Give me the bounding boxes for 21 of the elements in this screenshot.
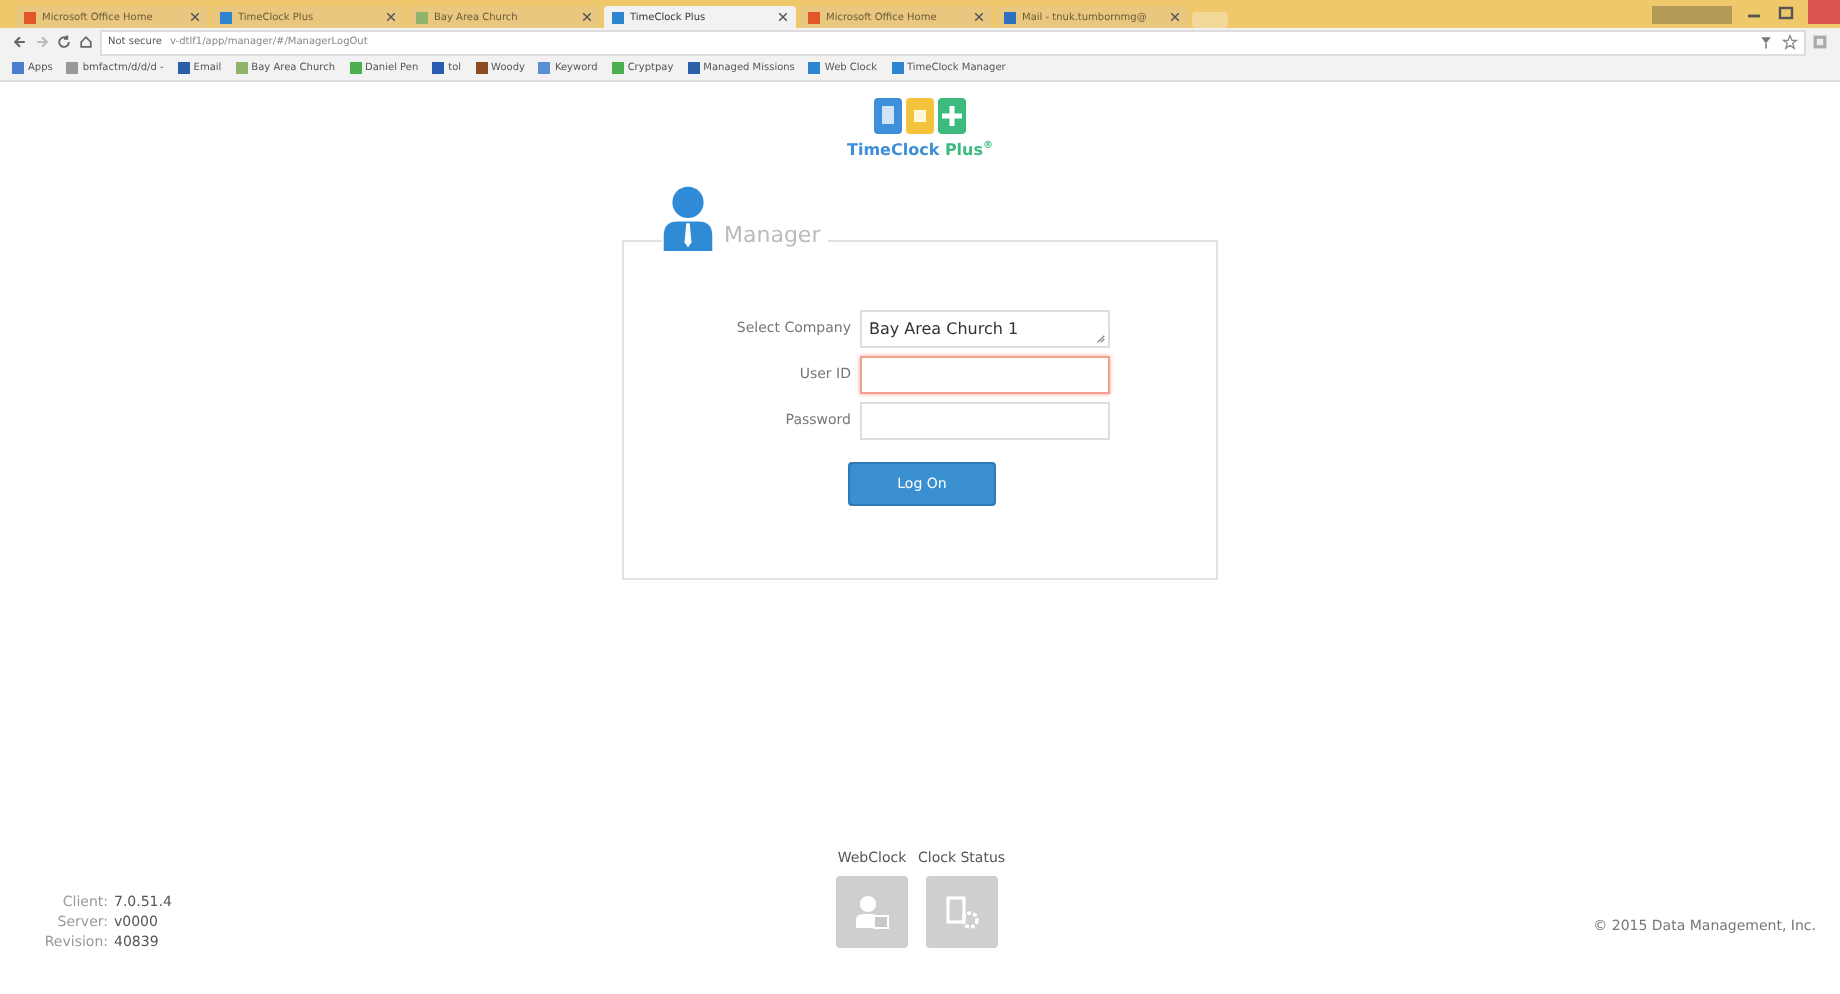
filter-icon[interactable]: [1758, 34, 1774, 50]
resize-grip-icon[interactable]: [1095, 333, 1105, 344]
password-field[interactable]: [859, 401, 1109, 440]
close-icon[interactable]: [778, 12, 788, 22]
close-icon[interactable]: [582, 12, 592, 22]
device-gear-icon: [941, 892, 982, 932]
logo-text: TimeClock Plus$^{®}$: [847, 140, 993, 160]
logo-icon: [874, 98, 966, 134]
close-icon[interactable]: [974, 12, 984, 22]
person-clock-icon: [852, 892, 892, 932]
company-field[interactable]: Bay Area Church 1: [859, 309, 1109, 348]
login-title: Manager: [724, 221, 821, 252]
home-icon[interactable]: [78, 34, 94, 50]
star-icon[interactable]: [1782, 34, 1798, 50]
reload-icon[interactable]: [56, 34, 72, 50]
restore-icon[interactable]: [1776, 4, 1796, 24]
close-icon[interactable]: [1170, 12, 1180, 22]
back-icon[interactable]: [12, 34, 28, 50]
close-icon[interactable]: [190, 12, 200, 22]
user-id-field[interactable]: [859, 355, 1109, 394]
close-icon[interactable]: [386, 12, 396, 22]
